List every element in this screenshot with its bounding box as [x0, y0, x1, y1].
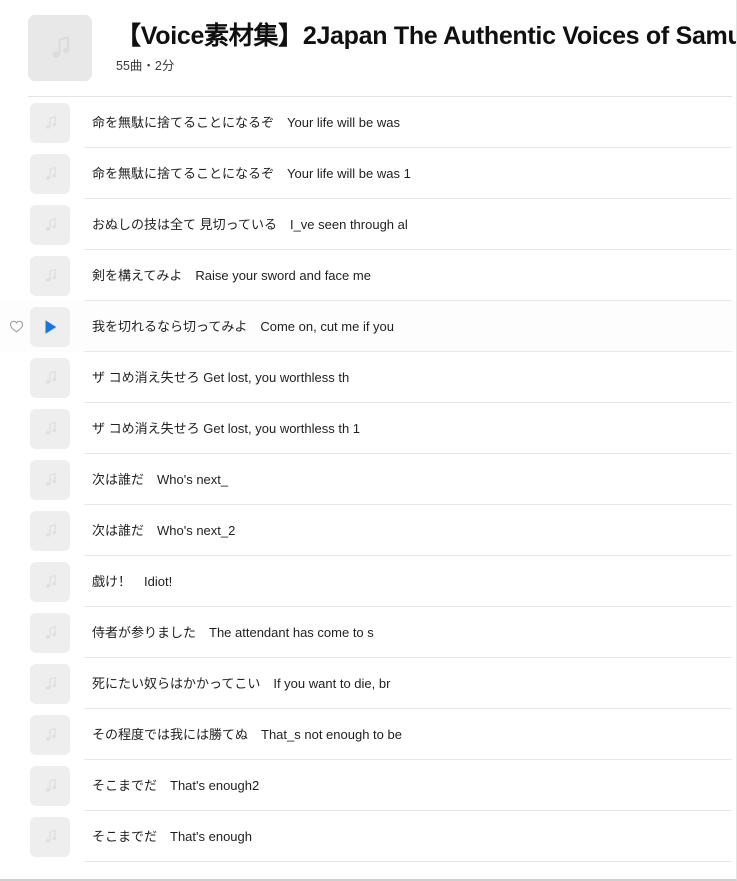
album-artwork[interactable] — [28, 15, 92, 81]
track-thumbnail[interactable] — [30, 561, 70, 602]
album-header: 【Voice素材集】2Japan The Authentic Voices of… — [0, 0, 736, 96]
track-row[interactable]: 次は誰だ Who's next_ — [0, 454, 736, 505]
track-thumbnail[interactable] — [30, 153, 70, 194]
track-row[interactable]: 剣を構えてみよ Raise your sword and face me — [0, 250, 736, 301]
track-row[interactable]: 命を無駄に捨てることになるぞ Your life will be was — [0, 97, 736, 148]
heart-outline-icon[interactable] — [9, 319, 24, 334]
track-thumbnail[interactable] — [30, 102, 70, 143]
music-note-icon — [45, 217, 56, 231]
track-title: 次は誰だ Who's next_ — [92, 471, 229, 487]
music-note-icon — [45, 727, 56, 741]
track-title: ザ コめ消え失せろ Get lost, you worthless th — [92, 369, 350, 385]
track-title: ザ コめ消え失せろ Get lost, you worthless th 1 — [92, 420, 361, 436]
track-title: 剣を構えてみよ Raise your sword and face me — [92, 267, 371, 283]
track-row[interactable]: 次は誰だ Who's next_2 — [0, 505, 736, 556]
track-row[interactable]: 侍者が参りました The attendant has come to s — [0, 607, 736, 658]
music-note-icon — [45, 370, 56, 384]
track-thumbnail[interactable] — [30, 459, 70, 500]
music-note-icon — [45, 574, 56, 588]
album-meta: 【Voice素材集】2Japan The Authentic Voices of… — [116, 13, 736, 74]
track-row[interactable]: 戯け！ Idiot! — [0, 556, 736, 607]
track-title: 次は誰だ Who's next_2 — [92, 522, 236, 538]
track-thumbnail[interactable] — [30, 357, 70, 398]
track-row[interactable]: そこまでだ That's enough2 — [0, 760, 736, 811]
track-row[interactable]: 死にたい奴らはかかってこい If you want to die, br — [0, 658, 736, 709]
track-row[interactable]: そこまでだ That's enough — [0, 811, 736, 862]
track-title: 命を無駄に捨てることになるぞ Your life will be was 1 — [92, 165, 411, 181]
track-list: 命を無駄に捨てることになるぞ Your life will be was 命を無駄… — [0, 97, 736, 862]
music-note-icon — [45, 778, 56, 792]
track-row[interactable]: 我を切れるなら切ってみよ Come on, cut me if you — [0, 301, 736, 352]
track-title: その程度では我には勝てぬ That_s not enough to be — [92, 726, 402, 742]
track-thumbnail[interactable] — [30, 510, 70, 551]
track-title: 我を切れるなら切ってみよ Come on, cut me if you — [92, 318, 395, 334]
track-play-button[interactable] — [30, 306, 70, 347]
music-note-icon — [45, 268, 56, 282]
track-thumbnail[interactable] — [30, 255, 70, 296]
track-thumbnail[interactable] — [30, 612, 70, 653]
music-note-icon — [45, 421, 56, 435]
track-thumbnail[interactable] — [30, 765, 70, 806]
music-note-icon — [45, 625, 56, 639]
favorite-slot[interactable] — [0, 319, 28, 334]
track-row[interactable]: ザ コめ消え失せろ Get lost, you worthless th — [0, 352, 736, 403]
track-row[interactable]: 命を無駄に捨てることになるぞ Your life will be was 1 — [0, 148, 736, 199]
track-title: 戯け！ Idiot! — [92, 573, 173, 589]
music-note-icon — [45, 523, 56, 537]
music-note-icon — [45, 472, 56, 486]
music-note-icon — [45, 676, 56, 690]
play-triangle-icon[interactable] — [40, 317, 60, 337]
track-thumbnail[interactable] — [30, 204, 70, 245]
track-row[interactable]: おぬしの技は全て 見切っている I_ve seen through al — [0, 199, 736, 250]
track-thumbnail[interactable] — [30, 714, 70, 755]
album-subtitle: 55曲・2分 — [116, 59, 175, 73]
track-title: おぬしの技は全て 見切っている I_ve seen through al — [92, 216, 408, 232]
track-row[interactable]: その程度では我には勝てぬ That_s not enough to be — [0, 709, 736, 760]
track-thumbnail[interactable] — [30, 816, 70, 857]
track-title: 死にたい奴らはかかってこい If you want to die, br — [92, 675, 391, 691]
track-title: 侍者が参りました The attendant has come to s — [92, 624, 374, 640]
music-note-icon — [45, 829, 56, 843]
track-thumbnail[interactable] — [30, 408, 70, 449]
track-row[interactable]: ザ コめ消え失せろ Get lost, you worthless th 1 — [0, 403, 736, 454]
music-note-icon — [45, 115, 56, 129]
music-note-icon — [45, 166, 56, 180]
album-title: 【Voice素材集】2Japan The Authentic Voices of… — [116, 22, 736, 50]
track-title: そこまでだ That's enough — [92, 828, 252, 844]
track-title: そこまでだ That's enough2 — [92, 777, 260, 793]
track-thumbnail[interactable] — [30, 663, 70, 704]
music-note-icon — [52, 35, 70, 58]
track-title: 命を無駄に捨てることになるぞ Your life will be was — [92, 114, 400, 130]
